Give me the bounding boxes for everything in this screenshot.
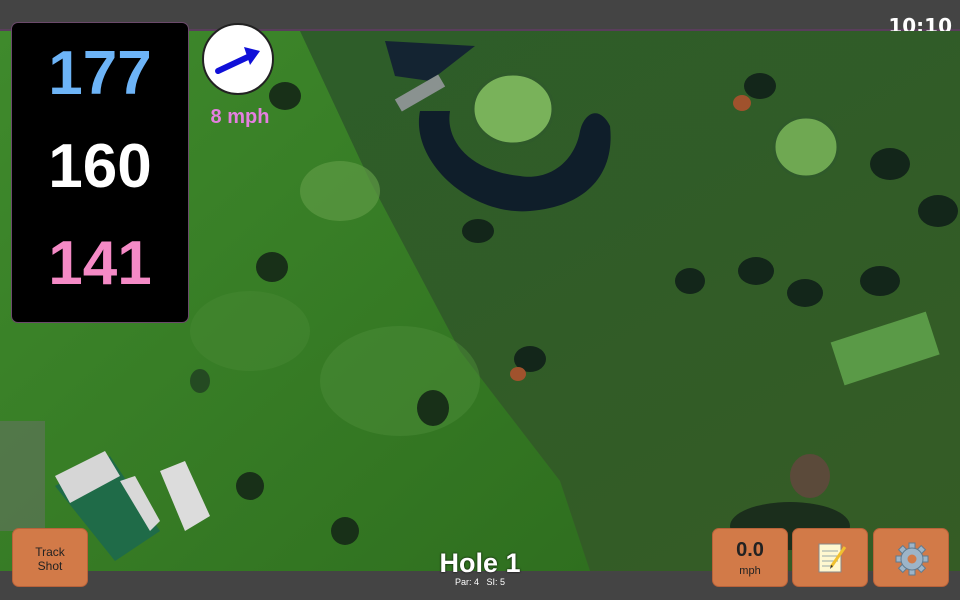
track-shot-label-line1: Track [35, 545, 65, 559]
speed-button[interactable]: 0.0 mph [712, 528, 788, 587]
middle-distance: 160 [48, 132, 152, 201]
wind-direction-dial[interactable] [202, 23, 274, 95]
wind-arrow-icon [215, 47, 260, 74]
track-shot-button[interactable]: Track Shot [12, 528, 88, 587]
wind-speed: 8 mph [210, 106, 270, 128]
back-distance: 177 [48, 39, 152, 108]
distance-panel: 177 160 141 [11, 22, 189, 323]
notepad-icon [818, 543, 847, 573]
hole-info: Par: 4 SI: 5 [380, 577, 580, 587]
speed-value: 0.0 [736, 539, 764, 561]
gear-icon [895, 542, 929, 576]
track-shot-label-line2: Shot [37, 559, 63, 573]
scorecard-notes-button[interactable] [792, 528, 868, 587]
stroke-index-label: SI: 5 [486, 577, 506, 587]
par-label: Par: 4 [454, 577, 479, 587]
speed-unit: mph [739, 565, 761, 577]
front-distance: 141 [48, 229, 152, 298]
settings-button[interactable] [873, 528, 949, 587]
hole-title: Hole 1 [439, 548, 521, 578]
